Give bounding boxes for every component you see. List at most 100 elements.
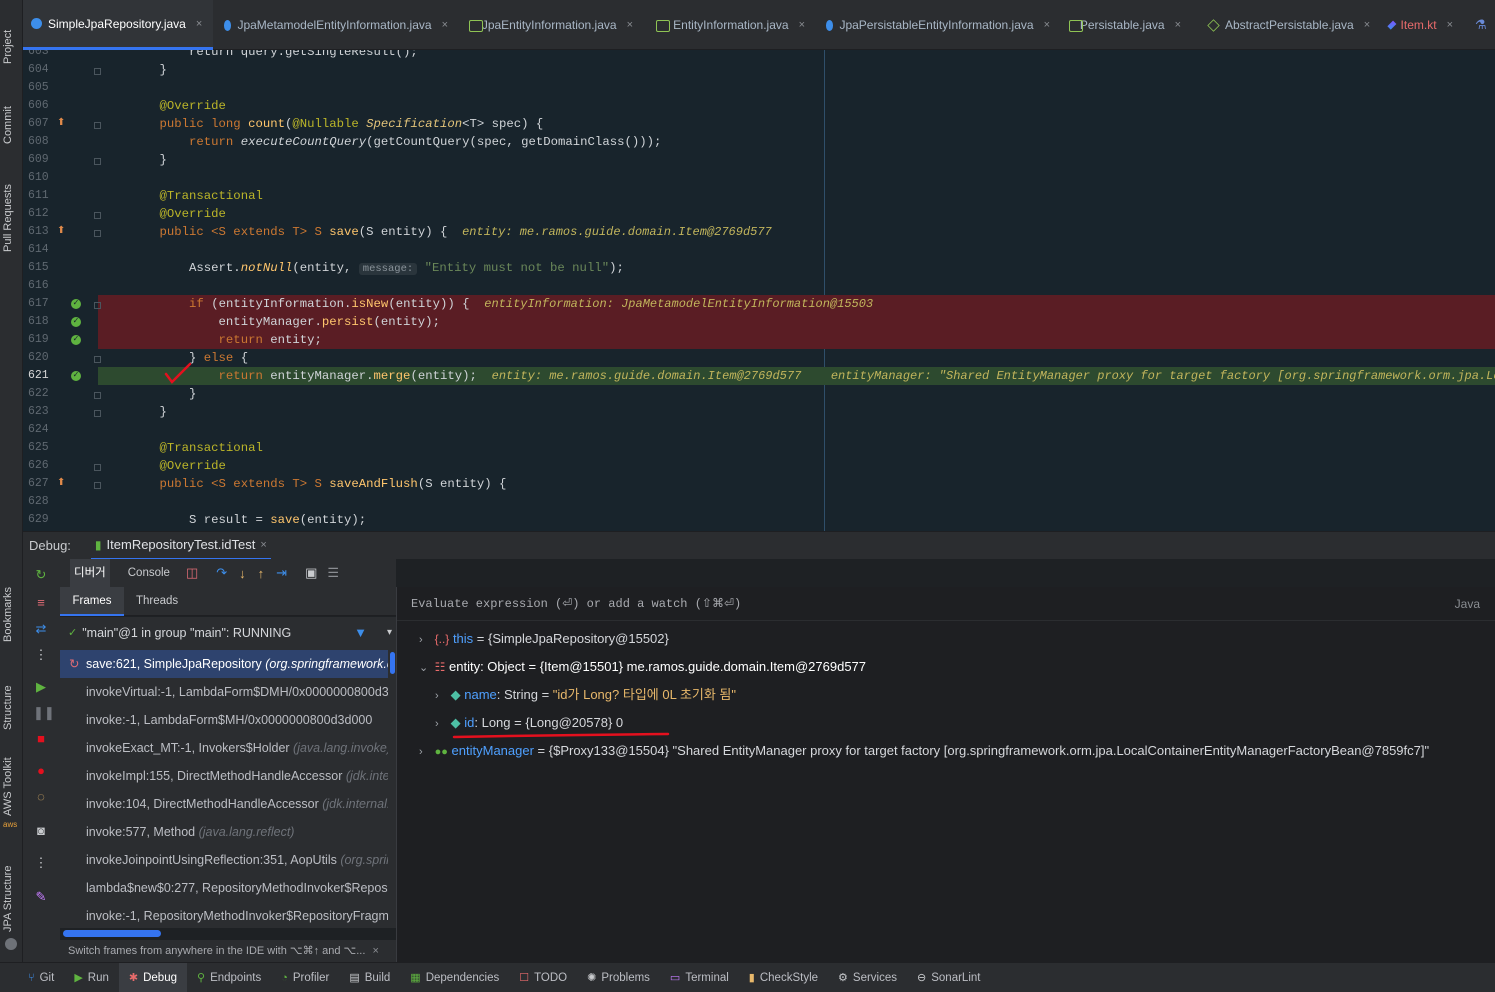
show-execution-point-icon[interactable]: ◫ xyxy=(186,565,198,581)
services-button[interactable]: ⚙ Services xyxy=(828,963,907,992)
frames-horizontal-scrollbar[interactable] xyxy=(63,930,161,937)
step-over-icon[interactable]: ↷ xyxy=(216,565,227,581)
mute-breakpoints-icon[interactable]: ◌ xyxy=(33,789,49,805)
filter-icon[interactable]: ▼ xyxy=(354,625,367,640)
debug-button[interactable]: ✱ Debug xyxy=(118,962,187,992)
variable-row-entity-manager[interactable]: › ●● entityManager = {$Proxy133@15504} "… xyxy=(419,740,1429,762)
close-icon[interactable]: × xyxy=(1044,19,1050,31)
variable-row-id[interactable]: › ◆ id: Long = {Long@20578} 0 xyxy=(435,712,623,734)
chevron-right-icon[interactable]: › xyxy=(419,629,431,651)
close-icon[interactable]: × xyxy=(196,18,202,30)
override-gutter-icon[interactable]: ⬆ xyxy=(57,117,65,129)
fold-icon[interactable] xyxy=(94,68,101,75)
tab-entity-information[interactable]: EntityInformation.java × xyxy=(648,0,813,50)
more-icon[interactable]: ⋮ xyxy=(33,855,49,871)
tab-console[interactable]: Console xyxy=(128,567,170,579)
fold-icon[interactable] xyxy=(94,230,101,237)
layout-icon[interactable]: ☰ xyxy=(327,565,339,581)
clear-icon[interactable]: ≡ xyxy=(33,595,49,611)
tab-simple-jpa-repository[interactable]: SimpleJpaRepository.java × xyxy=(23,0,213,50)
override-gutter-icon[interactable]: ⬆ xyxy=(57,477,65,489)
fold-icon[interactable] xyxy=(94,464,101,471)
bookmarks-tool-button[interactable]: Bookmarks xyxy=(2,587,14,642)
frame-item[interactable]: invoke:577, Method (java.lang.reflect) xyxy=(60,818,388,846)
frame-item[interactable]: invoke:-1, LambdaForm$MH/0x0000000800d3d… xyxy=(60,706,388,734)
tab-jpa-persistable-entity-information[interactable]: JpaPersistableEntityInformation.java × xyxy=(818,0,1058,50)
chevron-right-icon[interactable]: › xyxy=(435,713,447,735)
step-out-icon[interactable]: ↑ xyxy=(258,566,265,581)
code-editor[interactable]: 603 604 605 606 607 608 609 610 611 612 … xyxy=(23,50,1495,531)
sonarlint-button[interactable]: ⊖ SonarLint xyxy=(907,963,990,992)
variable-row-this[interactable]: › {..} this = {SimpleJpaRepository@15502… xyxy=(419,628,669,650)
swap-icon[interactable]: ⇄ xyxy=(33,621,49,637)
run-button[interactable]: ▶ Run xyxy=(64,963,119,992)
close-icon[interactable]: × xyxy=(1175,19,1181,31)
dependencies-button[interactable]: ▦ Dependencies xyxy=(400,963,509,992)
close-icon[interactable]: × xyxy=(799,19,805,31)
tab-debugger[interactable]: 디버거 xyxy=(70,559,110,587)
breakpoint-verified-icon[interactable]: ✓ xyxy=(71,317,81,327)
rerun-icon[interactable]: ↻ xyxy=(33,567,49,583)
close-icon[interactable]: × xyxy=(1364,19,1370,31)
jpa-structure-tool-button[interactable]: JPA Structure xyxy=(2,866,14,932)
evaluate-icon[interactable]: ▣ xyxy=(305,565,317,581)
fold-icon[interactable] xyxy=(94,356,101,363)
camera-icon[interactable]: ◙ xyxy=(33,823,49,839)
commit-tool-button[interactable]: Commit xyxy=(2,106,14,144)
fold-icon[interactable] xyxy=(94,122,101,129)
tab-jpa-entity-information[interactable]: JpaEntityInformation.java × xyxy=(461,0,641,50)
frame-item[interactable]: invokeVirtual:-1, LambdaForm$DMH/0x00000… xyxy=(60,678,388,706)
chevron-right-icon[interactable]: › xyxy=(435,685,447,707)
fold-icon[interactable] xyxy=(94,302,101,309)
chevron-down-icon[interactable]: ⌄ xyxy=(419,657,431,679)
tab-frames[interactable]: Frames xyxy=(60,587,124,616)
frame-item[interactable]: lambda$new$0:277, RepositoryMethodInvoke… xyxy=(60,874,388,902)
tab-persistable[interactable]: Persistable.java × xyxy=(1061,0,1189,50)
pin-icon[interactable]: ✎ xyxy=(33,889,49,905)
frame-item[interactable]: invokeImpl:155, DirectMethodHandleAccess… xyxy=(60,762,388,790)
close-icon[interactable]: × xyxy=(260,539,266,551)
terminal-button[interactable]: ▭ Terminal xyxy=(660,963,739,992)
aws-toolkit-tool-button[interactable]: AWS Toolkit xyxy=(2,757,14,816)
fold-icon[interactable] xyxy=(94,410,101,417)
thread-selector[interactable]: ✓ "main"@1 in group "main": RUNNING ▼ ▾ xyxy=(60,617,396,648)
breakpoint-verified-icon[interactable]: ✓ xyxy=(71,335,81,345)
close-icon[interactable]: × xyxy=(442,19,448,31)
stop-icon[interactable]: ■ xyxy=(33,731,49,747)
more-icon[interactable]: ⋮ xyxy=(33,647,49,663)
frame-item[interactable]: invoke:-1, RepositoryMethodInvoker$Repos… xyxy=(60,902,388,928)
tab-jpa-metamodel-entity-information[interactable]: JpaMetamodelEntityInformation.java × xyxy=(216,0,456,50)
breakpoint-verified-icon[interactable]: ✓ xyxy=(71,371,81,381)
variable-row-entity[interactable]: ⌄ ☷ entity: Object = {Item@15501} me.ram… xyxy=(419,656,866,678)
project-tool-button[interactable]: Project xyxy=(2,30,14,64)
pull-requests-tool-button[interactable]: Pull Requests xyxy=(2,184,14,252)
fold-icon[interactable] xyxy=(94,392,101,399)
fold-icon[interactable] xyxy=(94,212,101,219)
frame-item[interactable]: invokeJoinpointUsingReflection:351, AopU… xyxy=(60,846,388,874)
endpoints-button[interactable]: ⚲ Endpoints xyxy=(187,963,271,992)
checkstyle-button[interactable]: ▮ CheckStyle xyxy=(739,963,828,992)
frame-item[interactable]: ↻ save:621, SimpleJpaRepository (org.spr… xyxy=(60,650,388,678)
step-into-icon[interactable]: ↓ xyxy=(239,566,246,581)
resume-icon[interactable]: ▶ xyxy=(33,679,49,695)
close-icon[interactable]: × xyxy=(627,19,633,31)
close-icon[interactable]: × xyxy=(1447,19,1453,31)
tab-threads[interactable]: Threads xyxy=(136,587,178,616)
variable-row-name[interactable]: › ◆ name: String = "id가 Long? 타입에 0L 초기화… xyxy=(435,684,736,706)
pause-icon[interactable]: ❚❚ xyxy=(33,705,55,721)
frame-item[interactable]: invoke:104, DirectMethodHandleAccessor (… xyxy=(60,790,388,818)
override-gutter-icon[interactable]: ⬆ xyxy=(57,225,65,237)
git-button[interactable]: ⑂ Git xyxy=(18,963,64,992)
close-icon[interactable]: × xyxy=(372,945,378,957)
fold-icon[interactable] xyxy=(94,482,101,489)
language-label[interactable]: Java xyxy=(1455,587,1480,621)
todo-button[interactable]: ☐ TODO xyxy=(509,963,577,992)
frame-item[interactable]: invokeExact_MT:-1, Invokers$Holder (java… xyxy=(60,734,388,762)
breakpoints-icon[interactable]: ● xyxy=(33,763,49,779)
breakpoint-verified-icon[interactable]: ✓ xyxy=(71,299,81,309)
tab-abstract-persistable[interactable]: AbstractPersistable.java × xyxy=(1200,0,1380,50)
build-button[interactable]: ▤ Build xyxy=(339,963,400,992)
chevron-right-icon[interactable]: › xyxy=(419,741,431,763)
structure-tool-button[interactable]: Structure xyxy=(2,685,14,730)
debug-session-tab[interactable]: ▮ ItemRepositoryTest.idTest × xyxy=(90,532,271,560)
